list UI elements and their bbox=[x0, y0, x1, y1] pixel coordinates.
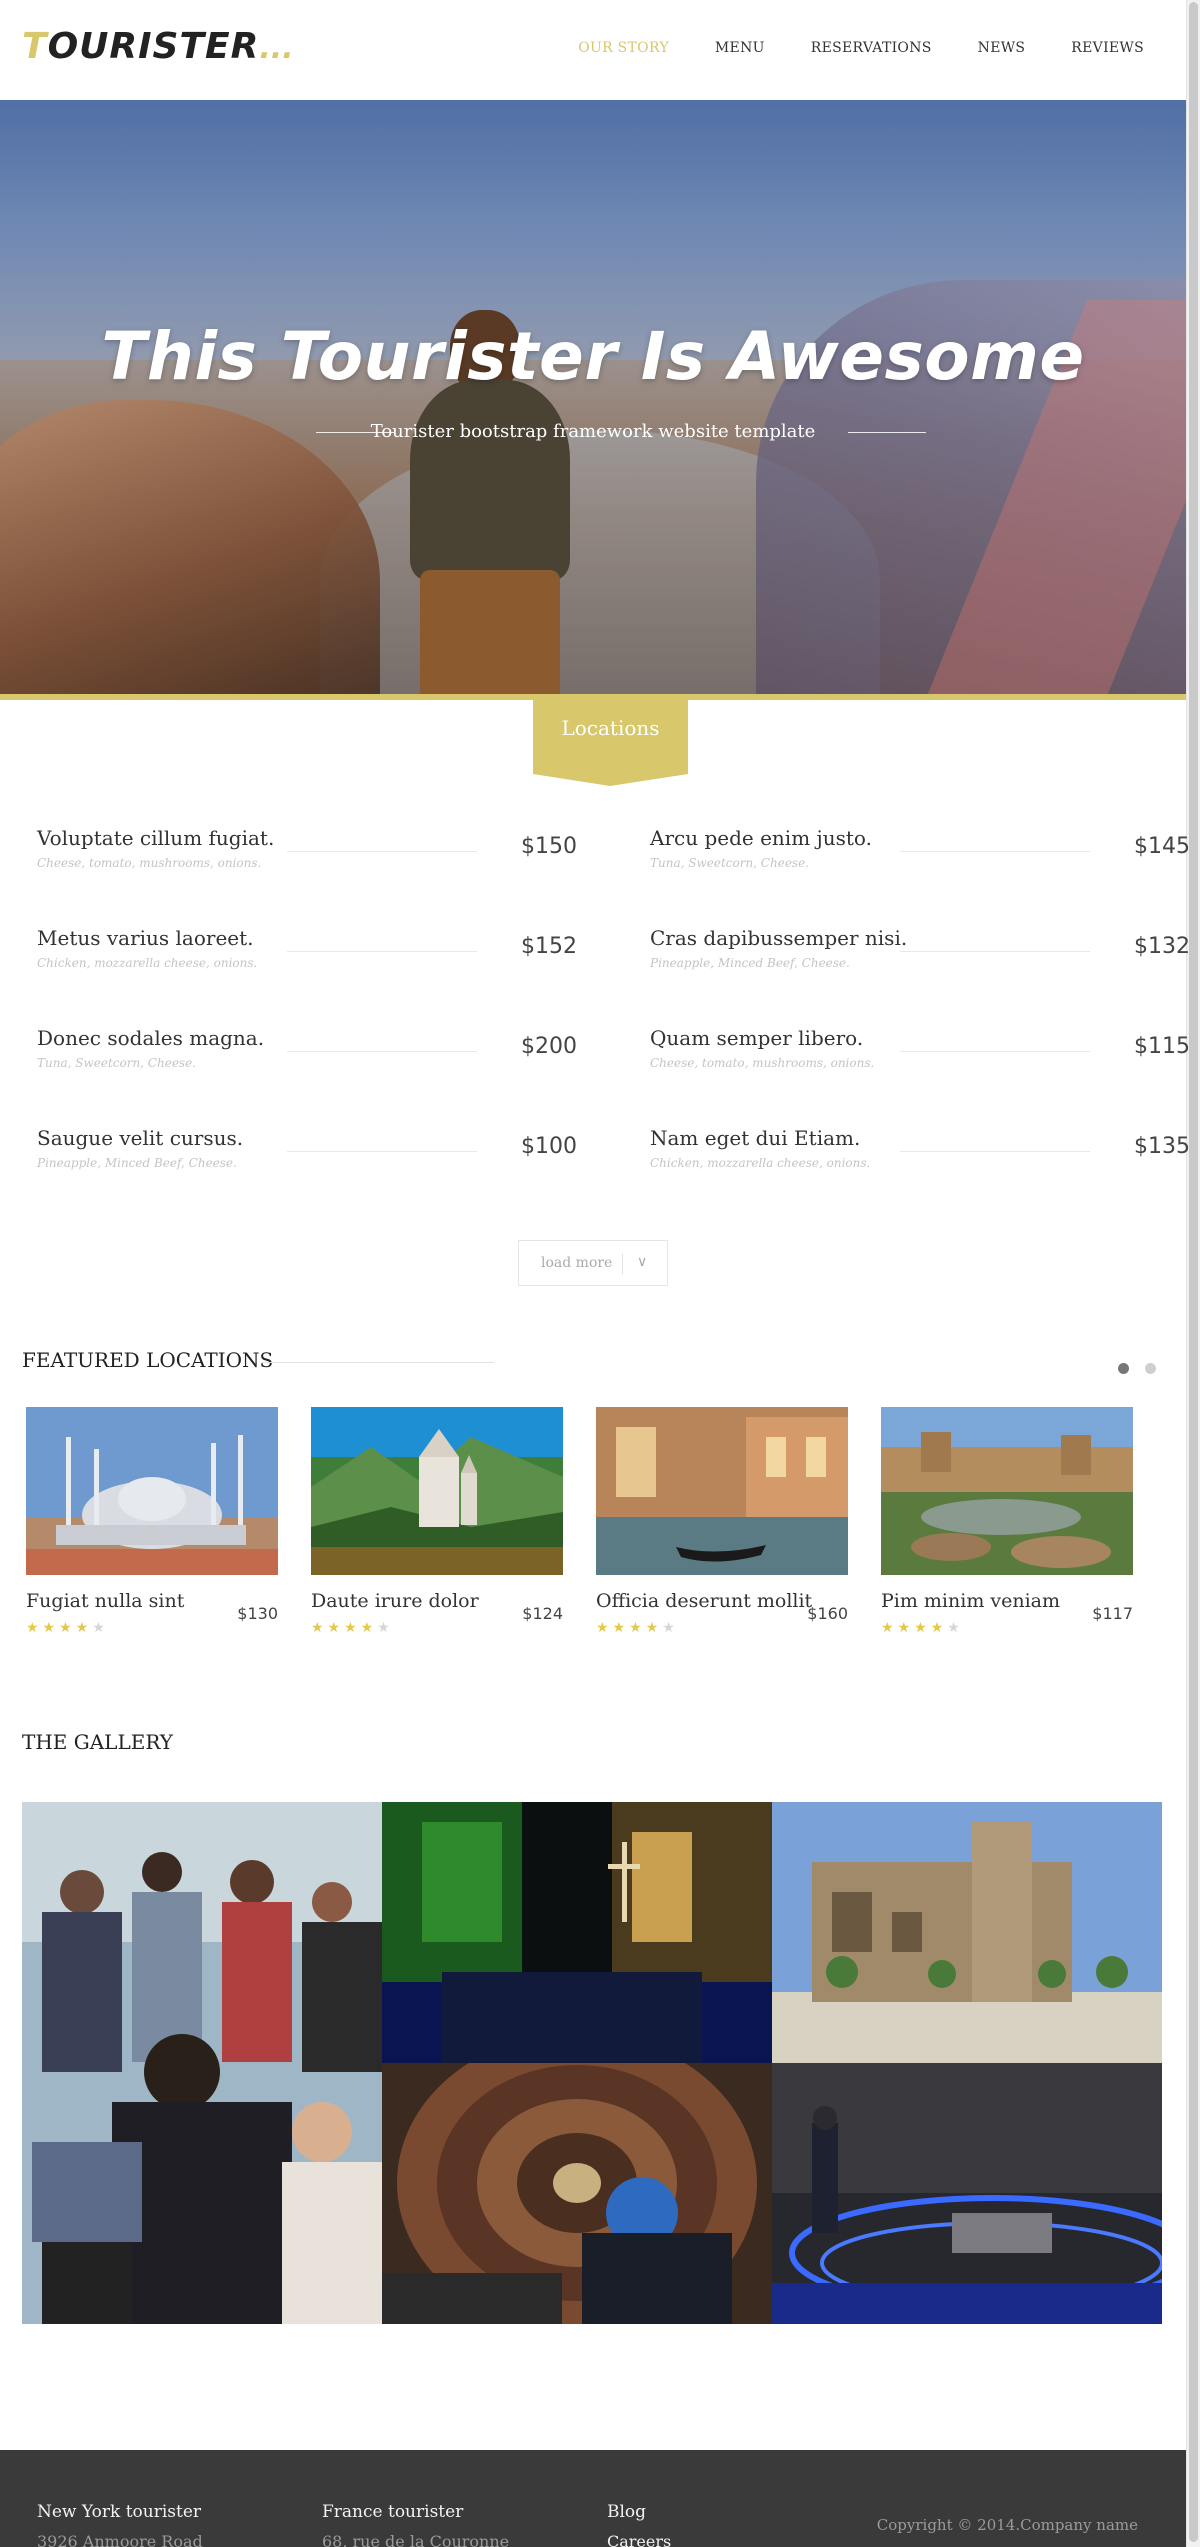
footer-copyright: Copyright © 2014.Company name bbox=[876, 2516, 1138, 2534]
hero-subtitle-line-right bbox=[848, 432, 926, 433]
nav-item-menu[interactable]: MENU bbox=[715, 40, 765, 56]
carousel-dot[interactable] bbox=[1145, 1363, 1156, 1374]
featured-card[interactable]: Daute irure dolor $124 ★★★★★ bbox=[311, 1407, 563, 1647]
list-item[interactable]: Metus varius laoreet. Chicken, mozzarell… bbox=[37, 926, 577, 986]
footer-col-france-address: 68, rue de la Couronne bbox=[322, 2532, 510, 2547]
list-item[interactable]: Cras dapibussemper nisi. Pineapple, Minc… bbox=[650, 926, 1190, 986]
featured-title: FEATURED LOCATIONS bbox=[22, 1348, 274, 1372]
gallery-image-crowd[interactable] bbox=[22, 1802, 382, 2324]
nav-item-news[interactable]: NEWS bbox=[978, 40, 1026, 56]
site-header: TOURISTER... OUR STORY MENU RESERVATIONS… bbox=[0, 0, 1186, 100]
list-item[interactable]: Arcu pede enim justo. Tuna, Sweetcorn, C… bbox=[650, 826, 1190, 886]
rating-stars: ★★★★★ bbox=[26, 1620, 109, 1636]
gallery-image-blue-lights[interactable] bbox=[772, 2063, 1162, 2324]
rating-stars: ★★★★★ bbox=[311, 1620, 394, 1636]
scrollbar-thumb[interactable] bbox=[1189, 2, 1198, 2542]
gallery-grid bbox=[22, 1802, 1162, 2324]
main-nav: OUR STORY MENU RESERVATIONS NEWS REVIEWS bbox=[532, 40, 1144, 56]
list-item[interactable]: Voluptate cillum fugiat. Cheese, tomato,… bbox=[37, 826, 577, 886]
load-more-button[interactable]: load more ∨ bbox=[518, 1240, 668, 1286]
gallery-image-church[interactable] bbox=[772, 1802, 1162, 2063]
site-logo[interactable]: TOURISTER... bbox=[22, 26, 294, 67]
page-scrollbar[interactable] bbox=[1186, 0, 1200, 2547]
footer-link-careers[interactable]: Careers bbox=[607, 2532, 671, 2547]
nav-item-reservations[interactable]: RESERVATIONS bbox=[811, 40, 932, 56]
hero-subtitle: Tourister bootstrap framework website te… bbox=[370, 421, 816, 442]
gallery-title: THE GALLERY bbox=[22, 1730, 173, 1754]
hero-traveler-figure bbox=[360, 200, 610, 698]
footer-link-blog[interactable]: Blog bbox=[607, 2502, 646, 2522]
card-image[interactable] bbox=[311, 1407, 563, 1575]
gallery-image-cave-cross[interactable] bbox=[382, 1802, 772, 2063]
nav-item-our-story[interactable]: OUR STORY bbox=[578, 40, 669, 56]
card-image[interactable] bbox=[881, 1407, 1133, 1575]
list-item[interactable]: Nam eget dui Etiam. Chicken, mozzarella … bbox=[650, 1126, 1190, 1186]
list-item[interactable]: Quam semper libero. Cheese, tomato, mush… bbox=[650, 1026, 1190, 1086]
list-item[interactable]: Saugue velit cursus. Pineapple, Minced B… bbox=[37, 1126, 577, 1186]
chevron-down-icon: ∨ bbox=[637, 1254, 648, 1270]
rating-stars: ★★★★★ bbox=[881, 1620, 964, 1636]
footer-col-newyork-address: 3926 Anmoore Road bbox=[37, 2532, 203, 2547]
footer-col-france-title: France tourister bbox=[322, 2502, 464, 2522]
list-item[interactable]: Donec sodales magna. Tuna, Sweetcorn, Ch… bbox=[37, 1026, 577, 1086]
featured-card[interactable]: Fugiat nulla sint $130 ★★★★★ bbox=[26, 1407, 278, 1647]
featured-divider bbox=[262, 1362, 494, 1363]
nav-item-reviews[interactable]: REVIEWS bbox=[1071, 40, 1144, 56]
gallery-image-tunnel[interactable] bbox=[382, 2063, 772, 2324]
card-image[interactable] bbox=[26, 1407, 278, 1575]
hero-banner bbox=[0, 100, 1186, 698]
featured-card[interactable]: Officia deserunt mollit $160 ★★★★★ bbox=[596, 1407, 848, 1647]
hero-title: This Tourister Is Awesome bbox=[101, 318, 1085, 395]
footer-col-newyork-title: New York tourister bbox=[37, 2502, 202, 2522]
card-image[interactable] bbox=[596, 1407, 848, 1575]
locations-tab[interactable]: Locations bbox=[533, 700, 688, 786]
hero-canyon-left bbox=[0, 400, 380, 698]
featured-card[interactable]: Pim minim veniam $117 ★★★★★ bbox=[881, 1407, 1133, 1647]
site-footer: New York tourister 3926 Anmoore Road Fra… bbox=[0, 2450, 1186, 2547]
rating-stars: ★★★★★ bbox=[596, 1620, 679, 1636]
carousel-dot-active[interactable] bbox=[1118, 1363, 1129, 1374]
